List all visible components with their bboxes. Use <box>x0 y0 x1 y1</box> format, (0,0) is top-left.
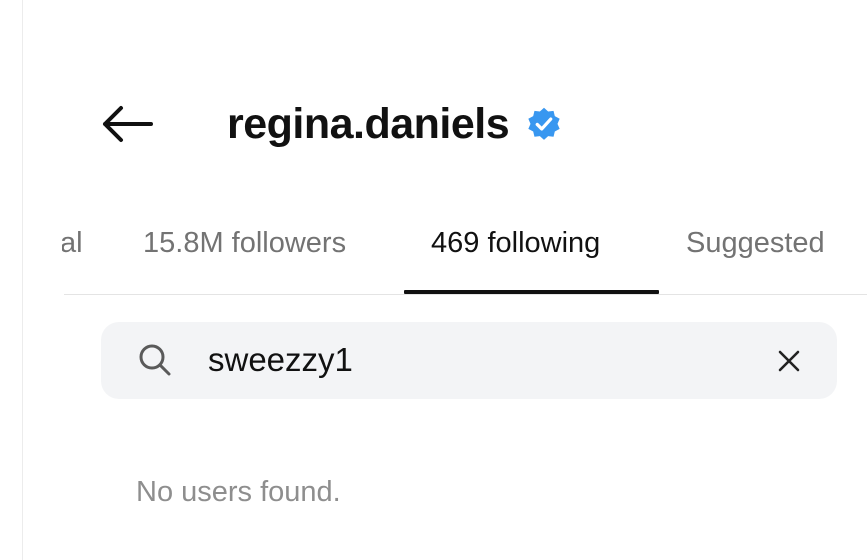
tab-following[interactable]: 469 following <box>431 212 600 274</box>
active-tab-indicator <box>404 290 659 294</box>
page-title: regina.daniels <box>227 99 510 148</box>
back-button[interactable] <box>96 98 158 150</box>
tabs-divider <box>64 294 867 295</box>
tab-followers-label: 15.8M followers <box>143 226 347 259</box>
tab-suggested-label: Suggested <box>686 226 825 259</box>
tab-suggested[interactable]: Suggested <box>686 212 825 274</box>
empty-state-message: No users found. <box>136 476 341 508</box>
search-input[interactable] <box>208 334 728 386</box>
tab-mutual-label: al <box>62 226 83 259</box>
tab-followers[interactable]: 15.8M followers <box>143 212 346 274</box>
search-icon <box>137 342 173 378</box>
following-screen: regina.daniels al 15.8M followers 469 fo… <box>0 0 867 560</box>
tab-mutual[interactable]: al <box>62 212 102 274</box>
profile-header: regina.daniels <box>0 88 867 160</box>
search-bar[interactable] <box>101 322 837 399</box>
arrow-left-icon <box>103 106 153 142</box>
tab-bar: al 15.8M followers 469 following Suggest… <box>0 212 867 296</box>
clear-search-button[interactable] <box>773 345 805 377</box>
title-group: regina.daniels <box>227 96 562 152</box>
tab-following-label: 469 following <box>431 226 601 259</box>
close-icon <box>778 350 800 372</box>
verified-badge-icon <box>526 106 562 142</box>
